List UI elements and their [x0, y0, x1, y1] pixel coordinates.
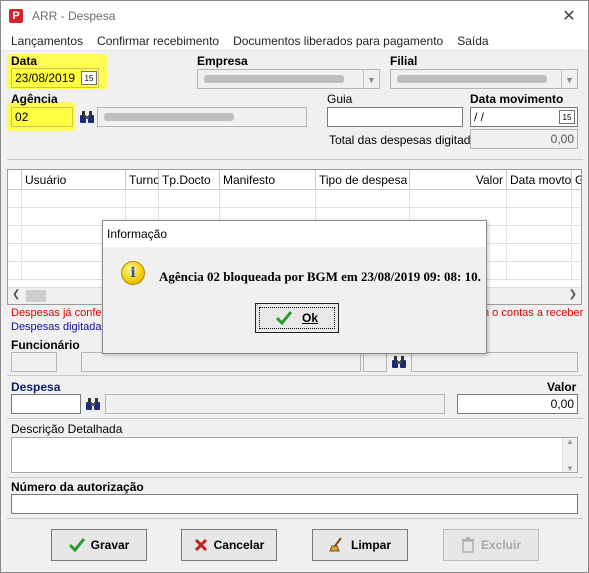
- descricao-textarea[interactable]: ▲ ▼: [11, 437, 578, 473]
- col-tipo-despesa[interactable]: Tipo de despesa: [316, 170, 410, 190]
- cancelar-button[interactable]: Cancelar: [181, 529, 277, 561]
- menu-documentos-liberados[interactable]: Documentos liberados para pagamento: [233, 34, 443, 48]
- autorizacao-field[interactable]: [11, 494, 578, 514]
- agencia-field[interactable]: 02: [11, 107, 73, 127]
- divider: [7, 159, 583, 160]
- despesa-label: Despesa: [11, 380, 61, 394]
- dialog-title: Informação: [103, 221, 486, 247]
- binoculars-search-icon[interactable]: [78, 108, 96, 126]
- title-bar: P ARR - Despesa ✕: [1, 1, 588, 31]
- binoculars-search-icon[interactable]: [84, 395, 102, 413]
- close-icon: ✕: [562, 8, 576, 25]
- scroll-right-icon[interactable]: ❯: [569, 289, 577, 300]
- valor-label: Valor: [547, 380, 577, 394]
- excluir-button[interactable]: Excluir: [443, 529, 539, 561]
- calendar-icon[interactable]: 15: [81, 71, 97, 85]
- empresa-field[interactable]: [197, 69, 380, 89]
- cancelar-label: Cancelar: [213, 538, 265, 552]
- chevron-down-icon[interactable]: ▼: [363, 70, 379, 89]
- ok-button[interactable]: Ok: [255, 303, 339, 333]
- divider: [7, 418, 583, 419]
- trash-icon: [461, 537, 474, 553]
- col-manifesto[interactable]: Manifesto: [220, 170, 316, 190]
- gravar-label: Gravar: [90, 538, 130, 552]
- x-mark-icon: [194, 538, 207, 552]
- information-icon: i: [121, 261, 145, 285]
- despesa-code-field[interactable]: [11, 394, 81, 414]
- excluir-label: Excluir: [480, 538, 522, 552]
- data-value: 23/08/2019: [15, 71, 76, 85]
- col-valor[interactable]: Valor: [410, 170, 507, 190]
- funcionario-label: Funcionário: [11, 338, 80, 352]
- funcionario-aux-field[interactable]: [363, 352, 387, 372]
- limpar-label: Limpar: [350, 538, 391, 552]
- total-label: Total das despesas digitadas: [329, 133, 484, 147]
- divider: [7, 375, 583, 376]
- limpar-button[interactable]: Limpar: [312, 529, 408, 561]
- legend-blue-text: Despesas digitada: [11, 321, 102, 333]
- divider: [7, 518, 583, 519]
- grid-header: Usuário Turno Tp.Docto Manifesto Tipo de…: [8, 170, 581, 190]
- scroll-thumb[interactable]: [26, 290, 46, 302]
- agencia-name-field: [97, 107, 307, 127]
- empresa-redacted: [204, 75, 344, 83]
- filial-label: Filial: [390, 54, 418, 68]
- window-title: ARR - Despesa: [32, 9, 116, 23]
- legend-red-text-right: n o contas a receber: [483, 307, 584, 319]
- valor-value: 0,00: [550, 397, 574, 411]
- divider: [7, 477, 583, 478]
- funcionario-name-field: [81, 352, 361, 372]
- descricao-label: Descrição Detalhada: [11, 422, 123, 436]
- col-turno[interactable]: Turno: [126, 170, 159, 190]
- menu-lancamentos[interactable]: Lançamentos: [11, 34, 83, 48]
- menu-saida[interactable]: Saída: [457, 34, 488, 48]
- binoculars-search-icon[interactable]: [390, 353, 408, 371]
- info-dialog: Informação i Agência 02 bloqueada por BG…: [102, 220, 487, 354]
- scroll-down-icon[interactable]: ▼: [566, 464, 574, 473]
- agencia-label: Agência: [11, 92, 58, 106]
- scroll-left-icon[interactable]: ❮: [12, 289, 20, 300]
- col-data-movto[interactable]: Data movto: [507, 170, 572, 190]
- vertical-scrollbar[interactable]: ▲ ▼: [562, 437, 577, 473]
- col-g[interactable]: G: [572, 170, 581, 190]
- app-logo-icon: P: [9, 9, 23, 23]
- guia-label: Guia: [327, 92, 353, 106]
- dialog-message: Agência 02 bloqueada por BGM em 23/08/20…: [159, 269, 481, 284]
- col-usuario[interactable]: Usuário: [22, 170, 126, 190]
- filial-field[interactable]: [390, 69, 578, 89]
- dialog-body: i Agência 02 bloqueada por BGM em 23/08/…: [103, 247, 486, 353]
- total-value: 0,00: [550, 132, 574, 146]
- autorizacao-label: Número da autorização: [11, 480, 144, 494]
- menu-confirmar-recebimento[interactable]: Confirmar recebimento: [97, 34, 219, 48]
- empresa-label: Empresa: [197, 54, 248, 68]
- close-window-button[interactable]: ✕: [560, 7, 578, 25]
- despesa-name-field: [105, 394, 445, 414]
- guia-field[interactable]: [327, 107, 463, 127]
- table-row[interactable]: [8, 191, 581, 208]
- filial-redacted: [397, 75, 547, 83]
- data-movimento-label: Data movimento: [470, 92, 564, 106]
- valor-field[interactable]: 0,00: [457, 394, 578, 414]
- funcionario-extra-field: [411, 352, 578, 372]
- col-tp-docto[interactable]: Tp.Docto: [159, 170, 220, 190]
- gravar-button[interactable]: Gravar: [51, 529, 147, 561]
- focus-ring: [259, 307, 335, 329]
- row-selector-header: [8, 170, 22, 190]
- main-window: P ARR - Despesa ✕ Lançamentos Confirmar …: [0, 0, 589, 573]
- menu-bar: Lançamentos Confirmar recebimento Docume…: [1, 31, 588, 51]
- broom-icon: [329, 537, 342, 552]
- agencia-name-redacted: [104, 113, 234, 121]
- chevron-down-icon[interactable]: ▼: [561, 70, 577, 89]
- data-label: Data: [11, 54, 38, 68]
- scroll-up-icon[interactable]: ▲: [566, 437, 574, 446]
- total-field: 0,00: [470, 129, 578, 149]
- funcionario-code-field[interactable]: [11, 352, 57, 372]
- calendar-icon[interactable]: 15: [559, 110, 575, 124]
- legend-red-text: Despesas já confer: [11, 307, 106, 319]
- agencia-value: 02: [15, 110, 29, 124]
- data-movimento-value: / /: [474, 110, 485, 124]
- checkmark-icon: [68, 538, 85, 552]
